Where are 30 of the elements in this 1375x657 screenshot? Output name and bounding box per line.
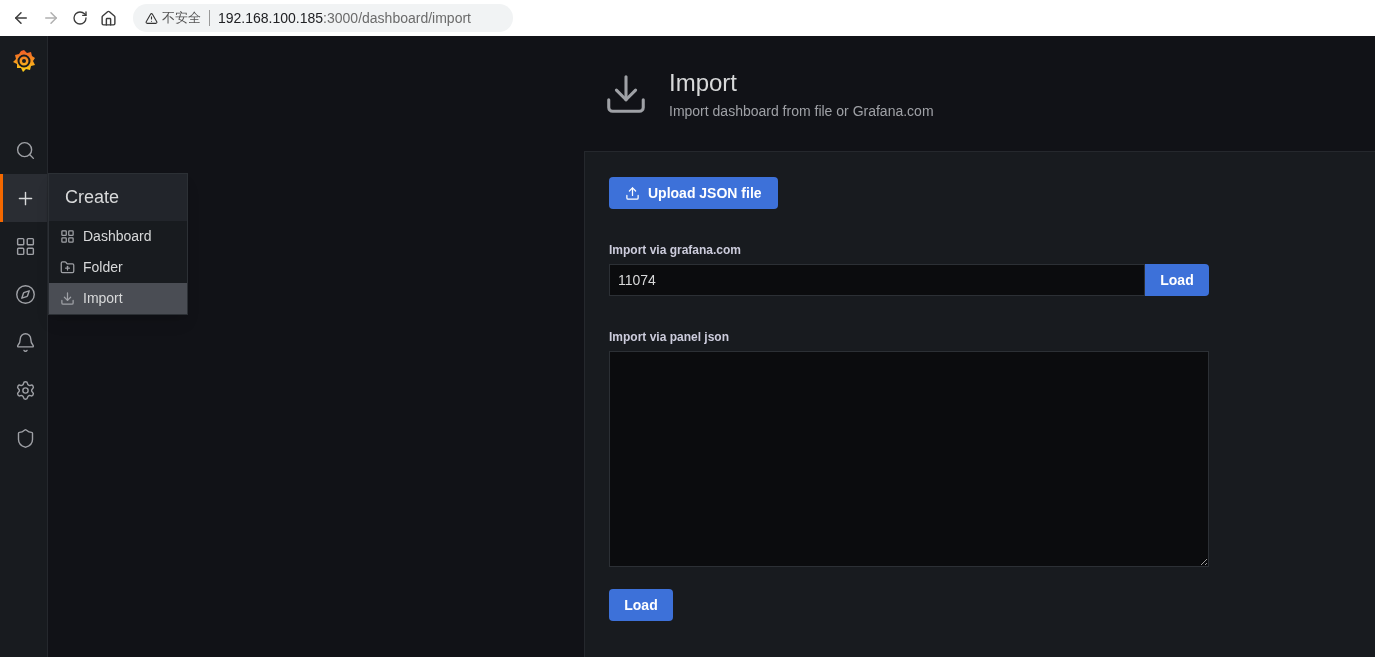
- upload-button[interactable]: Upload JSON file: [609, 177, 778, 209]
- url-path: :3000/dashboard/import: [323, 9, 471, 26]
- upload-icon: [625, 185, 640, 201]
- bell-icon: [14, 331, 36, 353]
- warning-icon: [145, 11, 158, 25]
- grid-icon: [14, 235, 36, 257]
- compass-icon: [14, 283, 36, 305]
- grid-icon: [60, 229, 75, 244]
- load-button[interactable]: Load: [609, 589, 673, 621]
- page-subtitle: Import dashboard from file or Grafana.com: [669, 102, 934, 121]
- menu-item[interactable]: Dashboard: [49, 221, 187, 252]
- menu-title: Create: [65, 186, 120, 209]
- reload-icon[interactable]: [72, 10, 88, 26]
- home-icon[interactable]: [100, 9, 117, 27]
- page-title: Import: [669, 68, 738, 98]
- field-label: Import via grafana.com: [609, 242, 743, 259]
- sidebar-item[interactable]: [0, 174, 47, 222]
- security-label: 不安全: [162, 9, 201, 28]
- address-bar[interactable]: 不安全 192.168.100.185:3000/dashboard/import: [133, 4, 513, 32]
- search-icon: [14, 139, 36, 161]
- settings-icon: [14, 379, 36, 401]
- menu-item[interactable]: Import: [49, 283, 187, 314]
- load-button[interactable]: Load: [1145, 264, 1209, 296]
- url-host: 192.168.100.185: [218, 9, 324, 26]
- input-field[interactable]: 11074: [609, 264, 1145, 296]
- folder-icon: [60, 260, 75, 275]
- field-label: Import via panel json: [609, 329, 731, 346]
- menu-item[interactable]: Folder: [49, 252, 187, 283]
- download-icon: [60, 291, 75, 306]
- back-icon[interactable]: [12, 9, 30, 27]
